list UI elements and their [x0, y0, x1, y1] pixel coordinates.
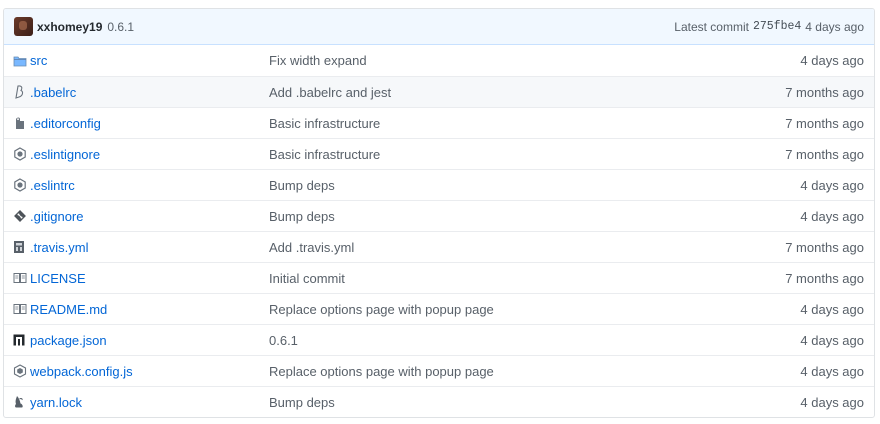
file-row[interactable]: yarn.lock Bump deps 4 days ago	[4, 386, 874, 417]
latest-commit-label: Latest commit	[674, 19, 749, 34]
commit-message-link[interactable]: Fix width expand	[269, 53, 754, 68]
commit-age: 4 days ago	[805, 19, 864, 34]
file-row[interactable]: LICENSE Initial commit 7 months ago	[4, 262, 874, 293]
avatar[interactable]	[14, 17, 33, 36]
file-list: xxhomey19 0.6.1 Latest commit 275fbe4 4 …	[3, 8, 875, 418]
file-name-link[interactable]: webpack.config.js	[30, 364, 269, 379]
commit-message-link[interactable]: Basic infrastructure	[269, 116, 754, 131]
commit-message[interactable]: 0.6.1	[107, 20, 134, 34]
file-name-link[interactable]: package.json	[30, 333, 269, 348]
editorconfig-icon	[4, 116, 30, 130]
commit-message-link[interactable]: Initial commit	[269, 271, 754, 286]
file-row[interactable]: .eslintrc Bump deps 4 days ago	[4, 169, 874, 200]
commit-message-link[interactable]: Add .babelrc and jest	[269, 85, 754, 100]
commit-age: 4 days ago	[800, 394, 864, 410]
eslint-icon	[4, 178, 30, 192]
commit-sha[interactable]: 275fbe4	[753, 20, 801, 33]
file-row[interactable]: .eslintignore Basic infrastructure 7 month…	[4, 138, 874, 169]
commit-bar: xxhomey19 0.6.1 Latest commit 275fbe4 4 …	[4, 9, 874, 45]
commit-age: 7 months ago	[785, 146, 864, 162]
commit-message-link[interactable]: Basic infrastructure	[269, 147, 754, 162]
file-name-link[interactable]: yarn.lock	[30, 395, 269, 410]
file-rows: src Fix width expand 4 days ago .babelrc Add…	[4, 45, 874, 417]
commit-age: 7 months ago	[785, 239, 864, 255]
commit-age: 4 days ago	[800, 301, 864, 317]
file-row[interactable]: package.json 0.6.1 4 days ago	[4, 324, 874, 355]
file-row[interactable]: README.md Replace options page with popup…	[4, 293, 874, 324]
file-row[interactable]: .babelrc Add .babelrc and jest 7 months ag…	[4, 76, 874, 107]
file-name-link[interactable]: .editorconfig	[30, 116, 269, 131]
book-icon	[4, 303, 30, 315]
commit-age: 4 days ago	[800, 208, 864, 224]
commit-message-link[interactable]: Bump deps	[269, 178, 754, 193]
commit-age: 7 months ago	[785, 84, 864, 100]
file-row[interactable]: webpack.config.js Replace options page wi…	[4, 355, 874, 386]
travis-icon	[4, 240, 30, 254]
commit-age: 7 months ago	[785, 270, 864, 286]
babel-icon	[4, 85, 30, 99]
yarn-icon	[4, 395, 30, 409]
file-name-link[interactable]: .eslintignore	[30, 147, 269, 162]
commit-message-link[interactable]: Add .travis.yml	[269, 240, 754, 255]
file-name-link[interactable]: .travis.yml	[30, 240, 269, 255]
commit-age: 7 months ago	[785, 115, 864, 131]
commit-age: 4 days ago	[800, 363, 864, 379]
eslint-icon	[4, 147, 30, 161]
file-row[interactable]: src Fix width expand 4 days ago	[4, 45, 874, 76]
file-row[interactable]: .editorconfig Basic infrastructure 7 month…	[4, 107, 874, 138]
webpack-icon	[4, 364, 30, 378]
commit-author[interactable]: xxhomey19	[37, 20, 102, 34]
file-name-link[interactable]: .eslintrc	[30, 178, 269, 193]
npm-icon	[4, 334, 30, 346]
file-name-link[interactable]: LICENSE	[30, 271, 269, 286]
file-row[interactable]: .gitignore Bump deps 4 days ago	[4, 200, 874, 231]
book-icon	[4, 272, 30, 284]
commit-message-link[interactable]: Replace options page with popup page	[269, 302, 754, 317]
git-icon	[4, 209, 30, 223]
commit-message-link[interactable]: 0.6.1	[269, 333, 754, 348]
commit-age: 4 days ago	[800, 332, 864, 348]
commit-message-link[interactable]: Bump deps	[269, 395, 754, 410]
file-row[interactable]: .travis.yml Add .travis.yml 7 months ago	[4, 231, 874, 262]
file-name-link[interactable]: src	[30, 53, 269, 68]
file-name-link[interactable]: .gitignore	[30, 209, 269, 224]
file-name-link[interactable]: .babelrc	[30, 85, 269, 100]
commit-age: 4 days ago	[800, 177, 864, 193]
file-name-link[interactable]: README.md	[30, 302, 269, 317]
folder-icon	[4, 55, 30, 67]
commit-age: 4 days ago	[800, 53, 864, 68]
commit-message-link[interactable]: Replace options page with popup page	[269, 364, 754, 379]
commit-message-link[interactable]: Bump deps	[269, 209, 754, 224]
